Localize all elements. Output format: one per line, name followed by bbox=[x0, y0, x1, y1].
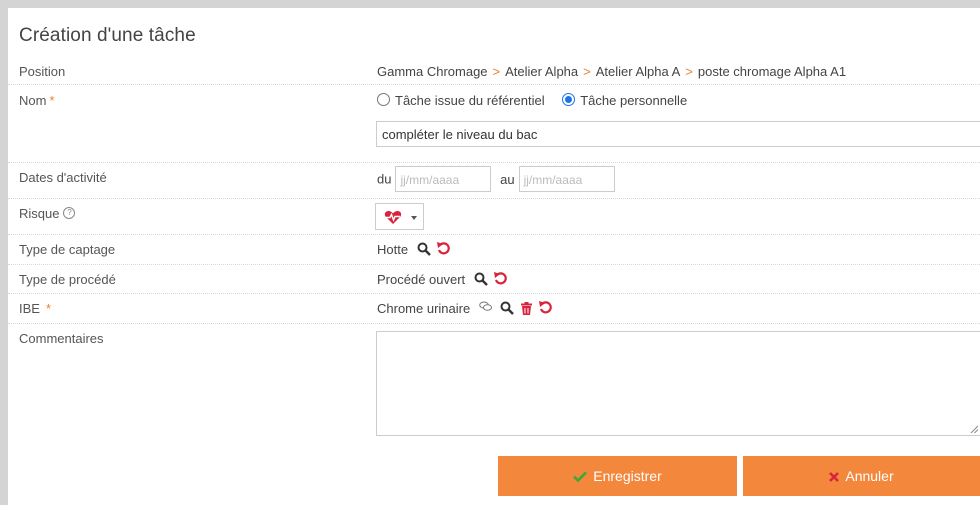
radio-referentiel-label: Tâche issue du référentiel bbox=[395, 93, 545, 108]
procede-value-group: Procédé ouvert bbox=[377, 272, 508, 287]
reset-icon[interactable] bbox=[494, 272, 508, 286]
dates-label: Dates d'activité bbox=[19, 170, 107, 185]
search-icon[interactable] bbox=[500, 301, 515, 315]
heart-pulse-icon bbox=[384, 210, 402, 224]
radio-personnelle[interactable]: Tâche personnelle bbox=[562, 93, 687, 108]
trash-icon[interactable] bbox=[521, 302, 533, 315]
radio-button-unchecked[interactable] bbox=[377, 93, 390, 106]
resize-grip-icon[interactable] bbox=[970, 425, 978, 433]
row-dates: Dates d'activité du jj/mm/aaaa au jj/mm/aa… bbox=[8, 163, 980, 199]
breadcrumb-item[interactable]: poste chromage Alpha A1 bbox=[698, 64, 846, 79]
required-marker: * bbox=[45, 301, 52, 316]
row-risque: Risque? bbox=[8, 199, 980, 235]
date-to-label: au bbox=[500, 171, 515, 187]
save-button-label: Enregistrer bbox=[593, 468, 662, 484]
breadcrumb-separator: > bbox=[583, 64, 591, 79]
captage-value: Hotte bbox=[377, 242, 409, 257]
task-form-panel: Création d'une tâche Position Gamma Chro… bbox=[8, 8, 980, 505]
reset-icon[interactable] bbox=[437, 242, 451, 256]
row-nom: Nom * Tâche issue du référentiel Tâche pe… bbox=[8, 85, 980, 163]
date-from-label: du bbox=[377, 171, 392, 187]
save-button[interactable]: Enregistrer bbox=[498, 456, 737, 496]
search-icon[interactable] bbox=[417, 242, 431, 256]
breadcrumb-item[interactable]: Atelier Alpha A bbox=[596, 64, 681, 79]
commentaires-label: Commentaires bbox=[19, 331, 104, 346]
date-range: du jj/mm/aaaa au jj/mm/aaaa bbox=[377, 166, 615, 192]
breadcrumb-item[interactable]: Atelier Alpha bbox=[505, 64, 578, 79]
chevron-down-icon bbox=[411, 216, 417, 220]
procede-value: Procédé ouvert bbox=[377, 272, 466, 287]
captage-value-group: Hotte bbox=[377, 242, 451, 257]
required-marker: * bbox=[49, 93, 55, 108]
breadcrumb-separator: > bbox=[685, 64, 693, 79]
breadcrumb: Gamma Chromage > Atelier Alpha > Atelier Alp… bbox=[377, 64, 846, 79]
breadcrumb-item[interactable]: Gamma Chromage bbox=[377, 64, 488, 79]
nom-source-radios: Tâche issue du référentiel Tâche personn… bbox=[377, 93, 687, 108]
row-position: Position Gamma Chromage > Atelier Alpha > At… bbox=[8, 59, 980, 85]
captage-label: Type de captage bbox=[19, 242, 116, 257]
radio-personnelle-label: Tâche personnelle bbox=[580, 93, 688, 108]
ibe-label: IBE * bbox=[19, 301, 52, 316]
nom-input[interactable]: compléter le niveau du bac bbox=[376, 121, 980, 147]
breadcrumb-separator: > bbox=[492, 64, 501, 79]
row-procede: Type de procédé Procédé ouvert bbox=[8, 265, 980, 294]
ibe-value-group: Chrome urinaire bbox=[377, 301, 552, 316]
reset-icon[interactable] bbox=[538, 301, 552, 315]
help-icon[interactable]: ? bbox=[63, 207, 76, 219]
ibe-value: Chrome urinaire bbox=[377, 301, 471, 316]
nom-label: Nom * bbox=[19, 93, 55, 108]
close-icon bbox=[829, 472, 840, 482]
risque-dropdown[interactable] bbox=[375, 203, 424, 230]
position-label: Position bbox=[19, 64, 66, 79]
radio-referentiel[interactable]: Tâche issue du référentiel bbox=[377, 93, 545, 108]
date-from-input[interactable]: jj/mm/aaaa bbox=[395, 166, 492, 192]
risque-label: Risque? bbox=[19, 206, 76, 221]
page-title: Création d'une tâche bbox=[19, 25, 196, 46]
search-icon[interactable] bbox=[474, 272, 488, 286]
cancel-button[interactable]: Annuler bbox=[743, 456, 980, 496]
row-captage: Type de captage Hotte bbox=[8, 235, 980, 265]
procede-label: Type de procédé bbox=[19, 272, 116, 287]
comment-icon[interactable] bbox=[479, 301, 492, 312]
date-to-input[interactable]: jj/mm/aaaa bbox=[518, 166, 615, 192]
row-ibe: IBE * Chrome urinaire bbox=[8, 294, 980, 324]
radio-button-checked[interactable] bbox=[562, 93, 576, 106]
cancel-button-label: Annuler bbox=[845, 468, 894, 484]
check-icon bbox=[573, 471, 588, 482]
commentaires-textarea[interactable] bbox=[376, 331, 980, 436]
